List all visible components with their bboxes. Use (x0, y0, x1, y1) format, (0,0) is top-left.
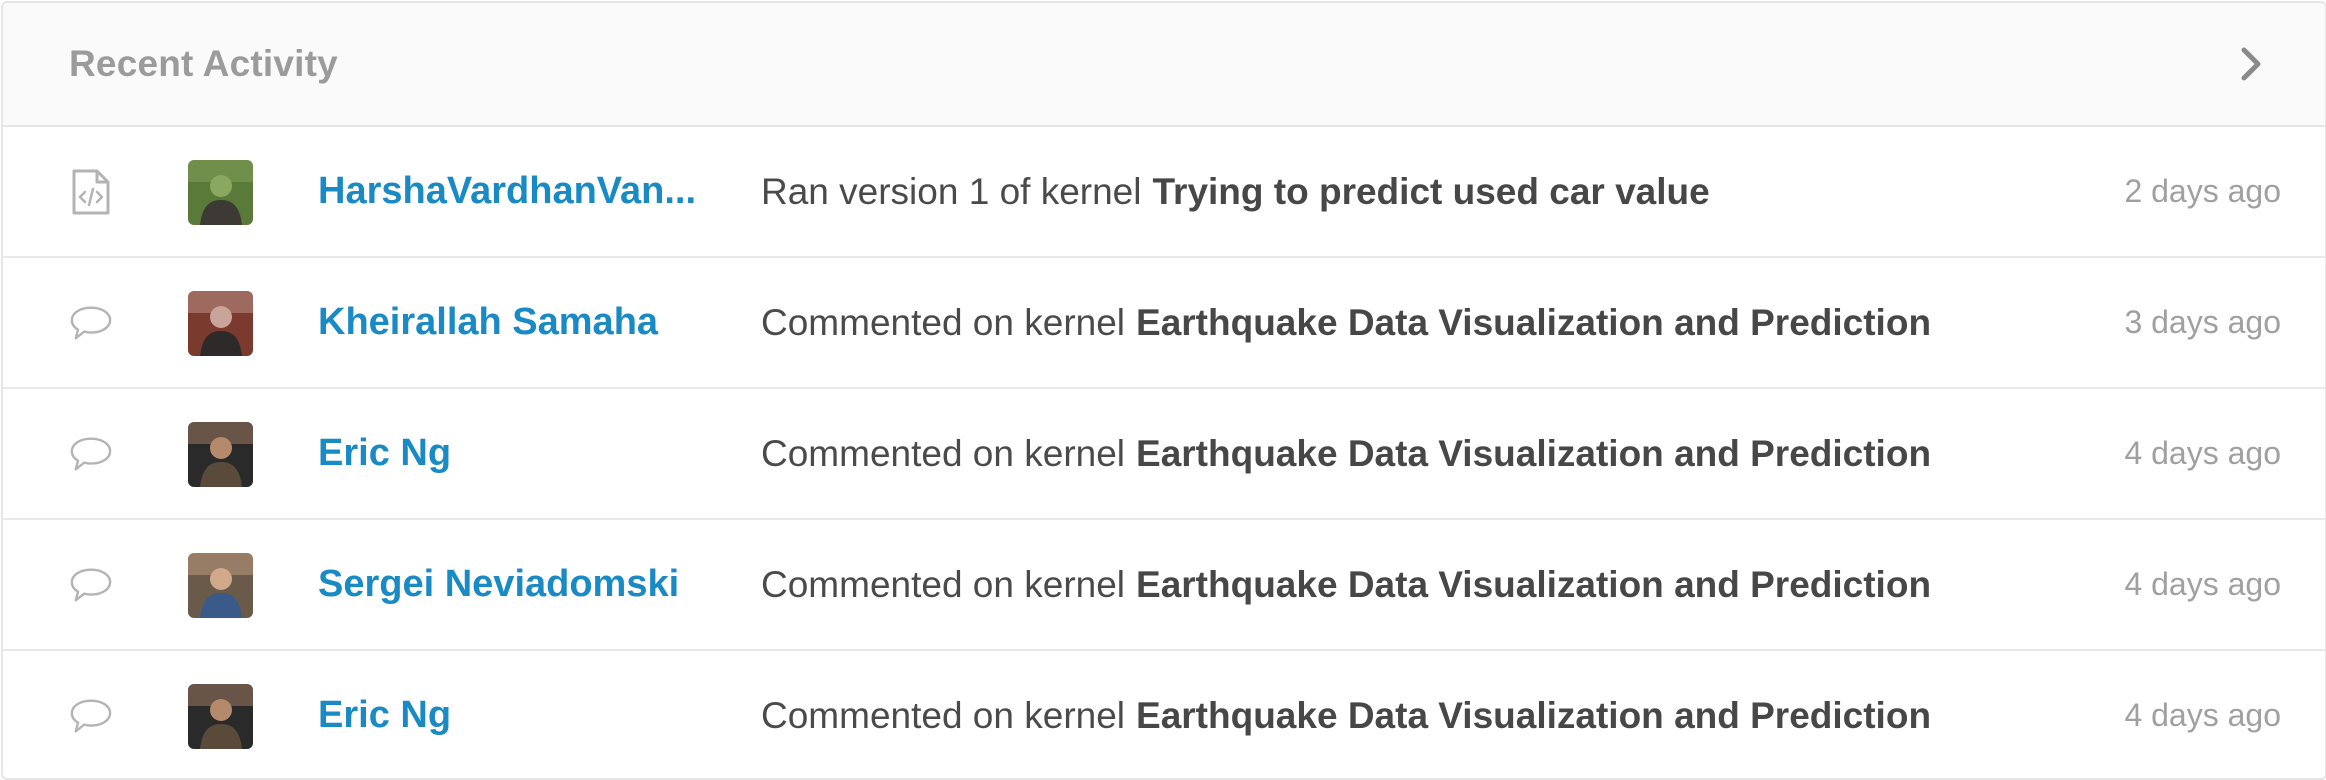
activity-description: Commented on kernel Earthquake Data Visu… (761, 258, 1931, 387)
timestamp: 4 days ago (2124, 566, 2281, 602)
activity-verb: Commented on kernel (761, 563, 1126, 605)
activity-row: HarshaVardhanVan... Ran version 1 of ker… (3, 127, 2325, 258)
activity-list: HarshaVardhanVan... Ran version 1 of ker… (3, 127, 2325, 778)
kernel-link[interactable]: Earthquake Data Visualization and Predic… (1136, 695, 1931, 737)
timestamp: 3 days ago (2124, 304, 2281, 340)
activity-row: Kheirallah Samaha Commented on kernel Ea… (3, 258, 2325, 389)
activity-verb: Commented on kernel (761, 432, 1126, 474)
timestamp: 4 days ago (2124, 435, 2281, 471)
activity-description: Ran version 1 of kernel Trying to predic… (761, 127, 1710, 256)
kernel-link[interactable]: Earthquake Data Visualization and Predic… (1136, 302, 1931, 344)
comment-icon (69, 298, 113, 348)
user-link[interactable]: Eric Ng (318, 651, 718, 778)
user-link[interactable]: HarshaVardhanVan... (318, 127, 718, 256)
activity-verb: Commented on kernel (761, 301, 1126, 343)
activity-verb: Commented on kernel (761, 694, 1126, 736)
activity-verb: Ran version 1 of kernel (761, 170, 1142, 212)
chevron-right-icon (2241, 47, 2261, 81)
activity-row: Sergei Neviadomski Commented on kernel E… (3, 520, 2325, 651)
kernel-link[interactable]: Earthquake Data Visualization and Predic… (1136, 433, 1931, 475)
recent-activity-panel: Recent Activity HarshaVardhanVan... Ran … (1, 1, 2326, 780)
activity-description: Commented on kernel Earthquake Data Visu… (761, 651, 1931, 778)
avatar[interactable] (188, 422, 253, 487)
panel-header: Recent Activity (3, 3, 2325, 127)
timestamp: 2 days ago (2124, 173, 2281, 209)
view-all-button[interactable] (2231, 44, 2271, 84)
comment-icon (69, 429, 113, 479)
timestamp: 4 days ago (2124, 697, 2281, 733)
avatar[interactable] (188, 291, 253, 356)
avatar[interactable] (188, 553, 253, 618)
code-file-icon (69, 167, 113, 217)
avatar[interactable] (188, 160, 253, 225)
activity-description: Commented on kernel Earthquake Data Visu… (761, 520, 1931, 649)
avatar[interactable] (188, 684, 253, 749)
user-link[interactable]: Kheirallah Samaha (318, 258, 718, 387)
activity-row: Eric Ng Commented on kernel Earthquake D… (3, 651, 2325, 778)
kernel-link[interactable]: Trying to predict used car value (1152, 171, 1709, 213)
kernel-link[interactable]: Earthquake Data Visualization and Predic… (1136, 564, 1931, 606)
user-link[interactable]: Eric Ng (318, 389, 718, 518)
user-link[interactable]: Sergei Neviadomski (318, 520, 718, 649)
activity-row: Eric Ng Commented on kernel Earthquake D… (3, 389, 2325, 520)
comment-icon (69, 560, 113, 610)
panel-title: Recent Activity (69, 43, 338, 84)
comment-icon (69, 691, 113, 741)
activity-description: Commented on kernel Earthquake Data Visu… (761, 389, 1931, 518)
